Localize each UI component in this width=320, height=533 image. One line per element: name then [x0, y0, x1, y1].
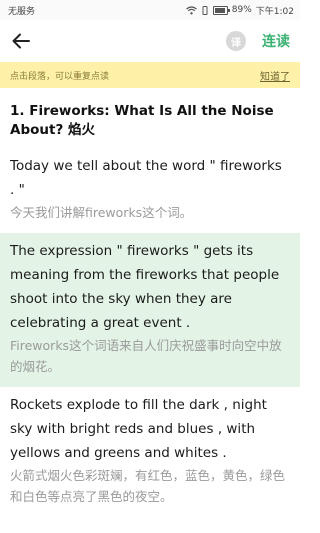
- paragraph-2-selected[interactable]: The expression " fireworks " gets its me…: [0, 233, 300, 387]
- paragraph-chinese: Fireworks这个词语来自人们庆祝盛事时向空中放的烟花。: [10, 338, 282, 374]
- back-arrow-icon: [12, 33, 30, 49]
- status-right: 89% 下午1:02: [185, 4, 294, 17]
- paragraph-english: Rockets explode to fill the dark , night…: [10, 397, 267, 461]
- battery-fill: [214, 7, 225, 13]
- paragraph-english: The expression " fireworks " gets its me…: [10, 243, 280, 331]
- app-bar-actions: 译 连读: [226, 31, 290, 51]
- battery-percent: 89%: [231, 5, 252, 15]
- paragraph-english: Today we tell about the word " fireworks…: [10, 158, 282, 198]
- lesson-title: 1. Fireworks: What Is All the Noise Abou…: [10, 103, 274, 138]
- lesson-content: 1. Fireworks: What Is All the Noise Abou…: [0, 102, 300, 517]
- app-bar: 译 连读: [0, 20, 300, 62]
- paragraph-chinese: 火箭式烟火色彩斑斓，有红色，蓝色，黄色，绿色和白色等点亮了黑色的夜空。: [10, 468, 286, 504]
- paragraph-1[interactable]: Today we tell about the word " fireworks…: [0, 148, 300, 233]
- translate-icon[interactable]: 译: [226, 31, 246, 51]
- back-button[interactable]: [8, 28, 34, 54]
- paragraph-chinese: 今天我们讲解fireworks这个词。: [10, 205, 193, 220]
- clock: 下午1:02: [255, 6, 294, 17]
- continuous-read-button[interactable]: 连读: [262, 31, 290, 51]
- wifi-icon: [185, 5, 197, 14]
- hint-dismiss-button[interactable]: 知道了: [260, 68, 290, 83]
- paragraph-3[interactable]: Rockets explode to fill the dark , night…: [0, 387, 300, 517]
- hint-banner: 点击段落，可以重复点读 知道了: [0, 62, 300, 88]
- battery-icon: [212, 5, 230, 15]
- status-bar: 无服务 89% 下午1:02: [0, 0, 300, 20]
- hint-text: 点击段落，可以重复点读: [10, 71, 110, 82]
- vibrate-icon: [202, 5, 208, 15]
- carrier-label: 无服务: [8, 6, 36, 17]
